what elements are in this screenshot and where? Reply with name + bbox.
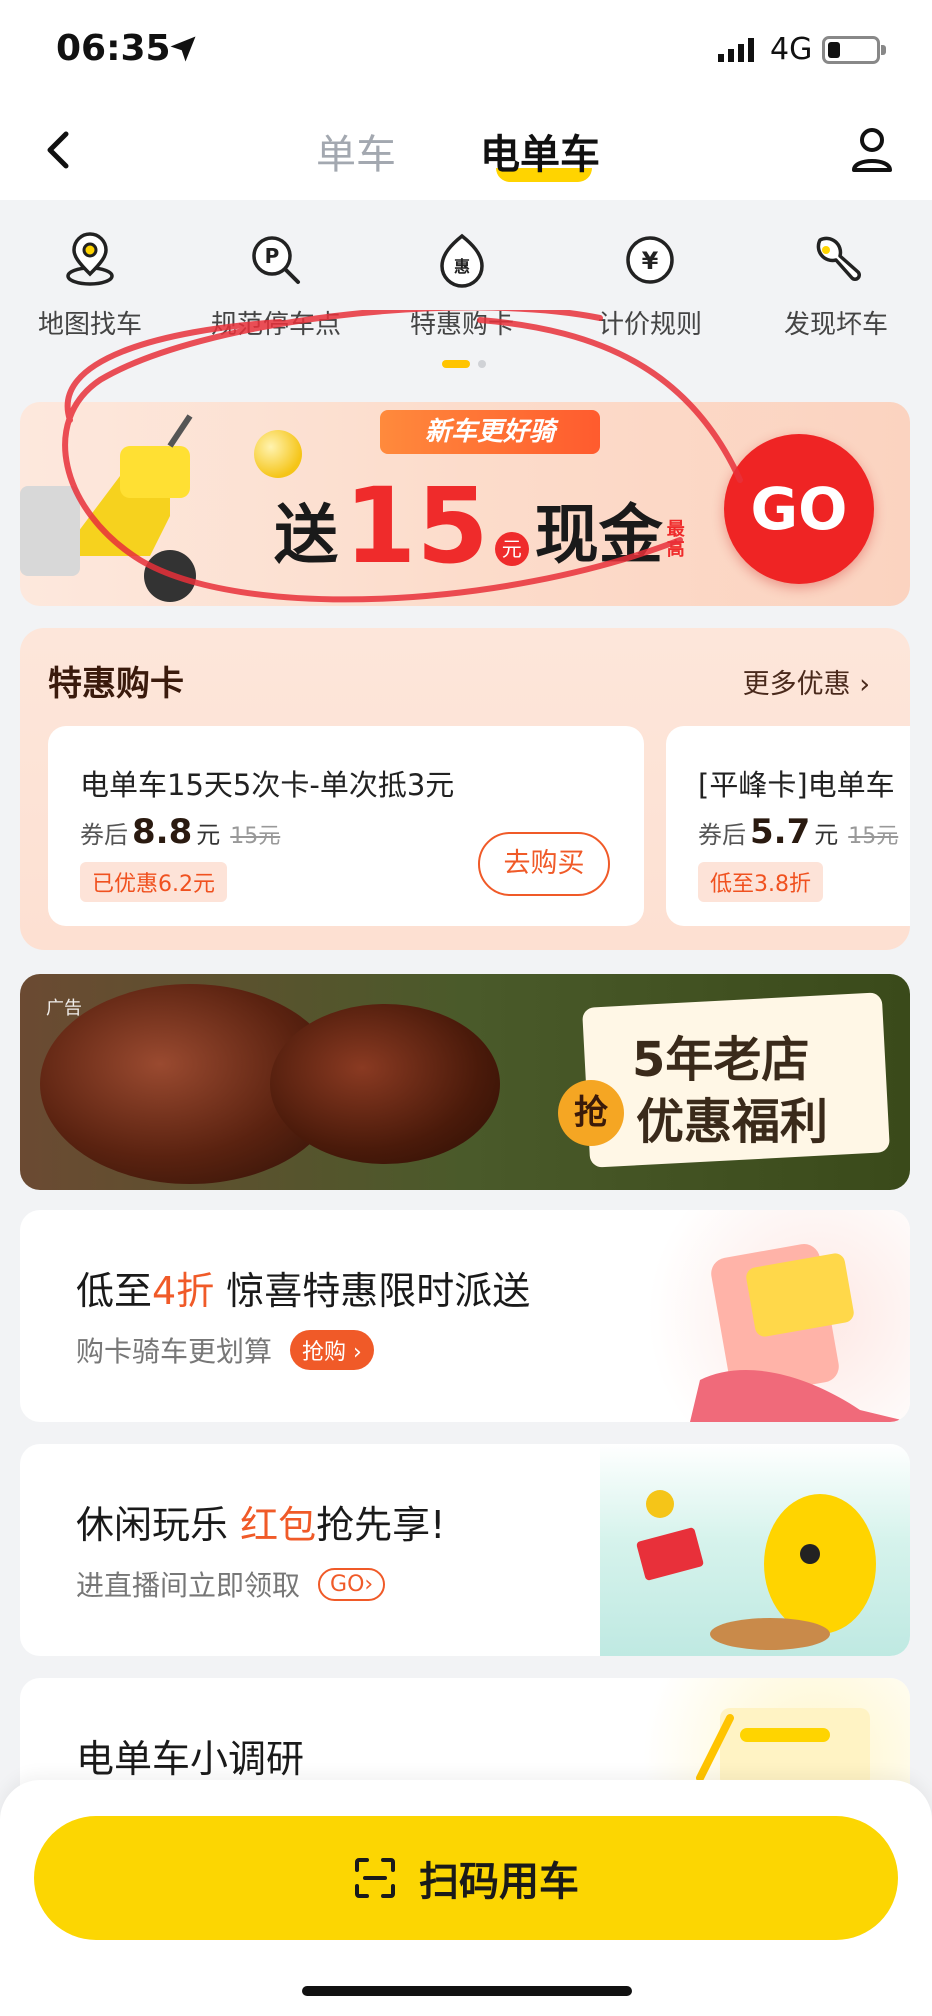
signal-icon (718, 38, 754, 62)
network-type: 4G (770, 32, 813, 67)
svg-text:¥: ¥ (642, 247, 659, 275)
scan-to-ride-button[interactable]: 扫码用车 (34, 1816, 898, 1940)
price-label: 券后 (698, 821, 746, 849)
original-price: 15元 (848, 824, 899, 849)
yen-icon: ¥ (626, 236, 674, 284)
promo-card-title: 电单车小调研 (76, 1728, 304, 1783)
promo-card-subtitle: 购卡骑车更划算 抢购 › (76, 1330, 374, 1370)
title-highlight: 4折 (152, 1269, 215, 1313)
subtitle-text: 进直播间立即领取 (76, 1569, 301, 1602)
promo-go-button[interactable]: GO (724, 434, 874, 584)
quick-item-label: 发现坏车 (783, 310, 888, 340)
discount-badge: 低至3.8折 (698, 862, 823, 902)
parking-search-icon: P (252, 236, 300, 284)
promo-banner[interactable]: 新车更好骑 送 15 元 现金 最高 GO (20, 402, 910, 606)
tab-ebike[interactable]: 电单车 (480, 122, 600, 180)
quick-item-label: 规范停车点 (210, 310, 341, 340)
price-label: 券后 (80, 821, 128, 849)
mascot-icon (636, 1490, 876, 1650)
ad-subheadline: 优惠福利 (636, 1094, 829, 1150)
price-unit: 元 (814, 821, 839, 849)
offer-price: 8.8 (132, 812, 193, 852)
tab-bike[interactable]: 单车 (316, 122, 396, 180)
profile-icon[interactable] (844, 122, 900, 178)
price-unit: 元 (196, 821, 221, 849)
title-part: 抢先享! (316, 1503, 446, 1547)
promo-card-title: 低至4折 惊喜特惠限时派送 (76, 1260, 530, 1315)
svg-text:惠: 惠 (454, 257, 470, 276)
title-part: 休闲玩乐 (76, 1503, 241, 1547)
ad-grab-badge: 抢 (558, 1080, 624, 1146)
hand-card-icon (690, 1244, 910, 1422)
promo-unit: 元 (494, 532, 529, 566)
promo-max-label: 最高 (666, 519, 685, 560)
ebike-illustration (20, 414, 196, 602)
wrench-icon (816, 236, 861, 281)
battery-icon (822, 36, 886, 64)
status-time: 06:35 (56, 28, 171, 69)
quick-item-label: 特惠购卡 (409, 310, 514, 340)
offer-price-row: 券后 5.7 元 15元 (698, 812, 898, 852)
original-price: 15元 (230, 824, 281, 849)
offer-card-name: 电单车15天5次卡-单次抵3元 (80, 768, 455, 802)
quick-menu: 地图找车 P 规范停车点 惠 特惠购卡 ¥ 计价规则 发现坏车 (0, 200, 932, 380)
back-icon[interactable] (30, 120, 90, 180)
promo-pre-text: 送 (274, 499, 338, 573)
promo-card-discount[interactable]: 低至4折 惊喜特惠限时派送 购卡骑车更划算 抢购 › (20, 1210, 910, 1422)
quick-item-label: 计价规则 (597, 310, 702, 340)
location-arrow-icon (170, 36, 196, 62)
promo-card-subtitle: 进直播间立即领取 GO› (76, 1564, 386, 1604)
ad-label: 广告 (46, 998, 82, 1019)
promo-card-red-envelope[interactable]: 休闲玩乐 红包抢先享! 进直播间立即领取 GO› (20, 1444, 910, 1656)
status-bar: 06:35 4G (0, 0, 932, 100)
more-offers-link[interactable]: 更多优惠 › (743, 662, 870, 701)
title-part: 惊喜特惠限时派送 (214, 1269, 531, 1313)
promo-card-title: 休闲玩乐 红包抢先享! (76, 1494, 445, 1549)
steak-image (270, 1004, 500, 1164)
promo-headline: 送 15 元 现金 最高 (274, 465, 687, 587)
buy-button[interactable]: 去购买 (478, 832, 610, 896)
bottom-action-bar: 扫码用车 (0, 1780, 932, 2016)
quick-item-discount[interactable]: 惠 特惠购卡 (372, 230, 552, 341)
map-pin-icon (66, 232, 114, 286)
promo-post-text: 现金 (534, 499, 663, 573)
nav-header: 单车 电单车 (0, 100, 932, 200)
pager-dot-active (442, 360, 470, 368)
offer-price-row: 券后 8.8 元 15元 (80, 812, 280, 852)
scan-button-label: 扫码用车 (419, 1859, 579, 1905)
title-part: 低至 (76, 1269, 153, 1313)
section-title: 特惠购卡 (48, 664, 184, 704)
quick-item-report[interactable]: 发现坏车 (746, 230, 926, 341)
offer-price: 5.7 (750, 812, 811, 852)
pager-dot (478, 360, 486, 368)
savings-badge: 已优惠6.2元 (80, 862, 227, 902)
quick-item-pricing[interactable]: ¥ 计价规则 (560, 230, 740, 341)
scan-icon (355, 1858, 395, 1898)
title-highlight: 红包 (240, 1503, 317, 1547)
card-hand-illustration (600, 1210, 910, 1422)
title-part: 电单车小调研 (76, 1737, 305, 1781)
discount-icon: 惠 (440, 233, 484, 288)
quick-item-map[interactable]: 地图找车 (0, 230, 180, 341)
quick-item-label: 地图找车 (37, 310, 142, 340)
subtitle-text: 购卡骑车更划算 (76, 1335, 273, 1368)
discount-card-section: 特惠购卡 更多优惠 › 电单车15天5次卡-单次抵3元 券后 8.8 元 15元… (20, 628, 910, 950)
mascot-illustration (600, 1444, 910, 1656)
offer-card[interactable]: [平峰卡]电单车 券后 5.7 元 15元 低至3.8折 (666, 726, 910, 926)
quick-item-parking[interactable]: P 规范停车点 (186, 230, 366, 341)
go-button[interactable]: GO› (318, 1567, 386, 1601)
promo-tag: 新车更好骑 (380, 410, 600, 454)
ad-banner[interactable]: 广告 5年老店 优惠福利 抢 (20, 974, 910, 1190)
grab-button[interactable]: 抢购 › (290, 1330, 374, 1370)
svg-text:P: P (265, 244, 280, 268)
offer-card-name: [平峰卡]电单车 (698, 768, 895, 802)
home-indicator (302, 1986, 632, 1996)
ad-headline: 5年老店 (632, 1032, 810, 1088)
promo-amount: 15 (344, 465, 489, 587)
offer-card[interactable]: 电单车15天5次卡-单次抵3元 券后 8.8 元 15元 已优惠6.2元 去购买 (48, 726, 644, 926)
